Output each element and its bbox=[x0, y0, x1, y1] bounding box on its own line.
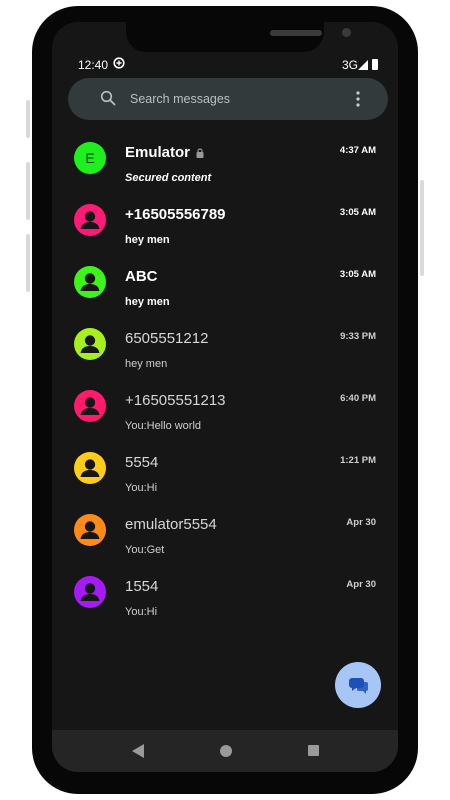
conversation-name-text: +16505551213 bbox=[125, 392, 226, 409]
conversation-row[interactable]: E Emulator Secured content 4:37 AM bbox=[52, 132, 398, 194]
conversation-name-text: Emulator bbox=[125, 144, 191, 161]
conversation-name: +16505556789 bbox=[125, 206, 226, 223]
conversation-name: 1554 bbox=[125, 578, 158, 595]
conversation-row[interactable]: ABC hey men 3:05 AM bbox=[52, 256, 398, 318]
message-snippet: Secured content bbox=[125, 172, 212, 184]
message-time: 4:37 AM bbox=[339, 145, 376, 156]
lock-icon bbox=[196, 148, 204, 159]
conversation-row[interactable]: +16505551213 You:Hello world 6:40 PM bbox=[52, 380, 398, 442]
message-snippet: You:Hi bbox=[125, 606, 158, 618]
message-snippet: hey men bbox=[125, 358, 168, 370]
conversation-name: Emulator bbox=[125, 144, 204, 161]
search-icon[interactable] bbox=[100, 90, 116, 106]
avatar bbox=[74, 266, 106, 298]
message-snippet: You:Hello world bbox=[125, 420, 202, 432]
front-camera bbox=[342, 28, 351, 37]
conversation-name: emulator5554 bbox=[125, 516, 217, 533]
conversation-name-text: emulator5554 bbox=[125, 516, 217, 533]
sync-icon bbox=[113, 57, 125, 69]
person-icon bbox=[80, 273, 100, 291]
message-time: 3:05 AM bbox=[339, 269, 376, 280]
conversation-name-text: +16505556789 bbox=[125, 206, 226, 223]
phone-screen: 12:40 3G E Emulator Secured content 4:37 AM… bbox=[52, 22, 398, 772]
message-snippet: hey men bbox=[125, 234, 170, 246]
chat-icon bbox=[349, 678, 368, 694]
conversation-name-text: 5554 bbox=[125, 454, 159, 471]
message-time: 3:05 AM bbox=[339, 207, 376, 218]
conversation-name-text: ABC bbox=[125, 268, 158, 285]
search-bar[interactable] bbox=[68, 78, 388, 120]
person-icon bbox=[80, 521, 100, 539]
message-time: 1:21 PM bbox=[340, 455, 376, 466]
battery-icon bbox=[372, 59, 378, 70]
message-time: Apr 30 bbox=[346, 579, 376, 590]
message-time: 6:40 PM bbox=[340, 393, 376, 404]
avatar bbox=[74, 328, 106, 360]
status-network: 3G bbox=[341, 58, 358, 72]
phone-side-button-left-2 bbox=[26, 162, 30, 220]
recents-icon[interactable] bbox=[308, 745, 319, 756]
speaker bbox=[270, 30, 322, 36]
avatar-letter: E bbox=[85, 150, 95, 166]
message-time: Apr 30 bbox=[346, 517, 376, 528]
avatar: E bbox=[74, 142, 106, 174]
message-time: 9:33 PM bbox=[340, 331, 376, 342]
avatar bbox=[74, 204, 106, 236]
back-icon[interactable] bbox=[132, 744, 144, 758]
conversation-name: +16505551213 bbox=[125, 392, 226, 409]
conversation-row[interactable]: emulator5554 You:Get Apr 30 bbox=[52, 504, 398, 566]
home-icon[interactable] bbox=[220, 745, 232, 757]
message-snippet: You:Hi bbox=[125, 482, 158, 494]
message-snippet: hey men bbox=[125, 296, 170, 308]
avatar bbox=[74, 452, 106, 484]
person-icon bbox=[80, 397, 100, 415]
navigation-bar bbox=[52, 730, 398, 772]
conversation-row[interactable]: +16505556789 hey men 3:05 AM bbox=[52, 194, 398, 256]
conversation-name-text: 6505551212 bbox=[125, 330, 209, 347]
conversation-row[interactable]: 5554 You:Hi 1:21 PM bbox=[52, 442, 398, 504]
person-icon bbox=[80, 211, 100, 229]
more-vert-icon[interactable] bbox=[356, 91, 360, 107]
conversation-name: 6505551212 bbox=[125, 330, 208, 347]
conversation-name: 5554 bbox=[125, 454, 158, 471]
phone-side-button-left-1 bbox=[26, 100, 30, 138]
phone-side-button-left-3 bbox=[26, 234, 30, 292]
status-time: 12:40 bbox=[78, 58, 109, 72]
person-icon bbox=[80, 583, 100, 601]
person-icon bbox=[80, 459, 100, 477]
conversation-name-text: 1554 bbox=[125, 578, 159, 595]
conversation-row[interactable]: 6505551212 hey men 9:33 PM bbox=[52, 318, 398, 380]
phone-side-button-right bbox=[420, 180, 424, 276]
conversation-row[interactable]: 1554 You:Hi Apr 30 bbox=[52, 566, 398, 628]
signal-icon bbox=[358, 60, 368, 70]
conversation-list: E Emulator Secured content 4:37 AM +16505556… bbox=[52, 132, 398, 628]
avatar bbox=[74, 390, 106, 422]
conversation-name: ABC bbox=[125, 268, 158, 285]
status-bar: 12:40 3G bbox=[52, 57, 398, 74]
avatar bbox=[74, 514, 106, 546]
message-snippet: You:Get bbox=[125, 544, 165, 556]
start-chat-button[interactable] bbox=[335, 662, 381, 708]
person-icon bbox=[80, 335, 100, 353]
notch bbox=[126, 22, 351, 52]
avatar bbox=[74, 576, 106, 608]
search-input[interactable] bbox=[130, 88, 330, 110]
